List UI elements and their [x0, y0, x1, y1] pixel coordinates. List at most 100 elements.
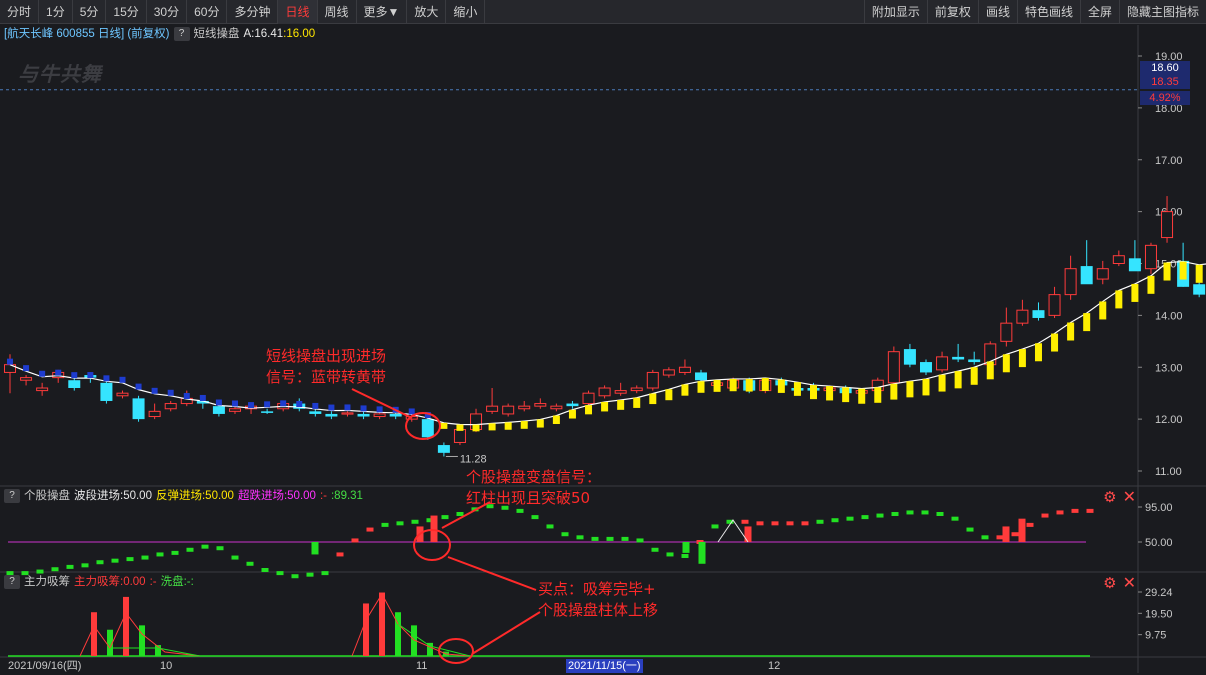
close-icon[interactable]: ✕ — [1123, 490, 1136, 506]
candle-body — [1080, 266, 1093, 285]
band-marker-yellow — [1147, 275, 1155, 294]
candle-body — [968, 359, 981, 363]
mid-bar — [171, 550, 179, 555]
mid-bar — [846, 516, 854, 521]
candle-body — [341, 412, 354, 415]
mid-bar — [1026, 522, 1034, 527]
band-marker-yellow — [729, 378, 737, 392]
bottom-dash: :- — [149, 576, 157, 588]
candle-body — [582, 392, 595, 405]
candle-body — [646, 371, 659, 389]
close-icon[interactable]: ✕ — [1123, 576, 1136, 592]
mid-bar — [921, 510, 929, 515]
axis-label: 29.24 — [1145, 587, 1173, 599]
axis-label: 17.00 — [1155, 155, 1183, 167]
band-marker-blue — [7, 358, 13, 365]
mid-bar — [156, 552, 164, 557]
candle-body — [566, 403, 579, 407]
band-marker-blue — [231, 400, 238, 407]
axis-label: 9.75 — [1145, 630, 1166, 642]
band-marker-blue — [215, 399, 222, 406]
candle-body — [389, 413, 402, 417]
candle-body — [887, 351, 900, 384]
band-marker-yellow — [568, 409, 576, 419]
price-tag-pct: 4.92% — [1140, 91, 1190, 105]
band-marker-blue — [408, 408, 415, 415]
band-marker-blue — [344, 404, 351, 411]
candle-body — [1096, 268, 1109, 280]
candle-body — [936, 356, 949, 371]
mid-bar — [81, 563, 89, 568]
band-marker-yellow — [440, 422, 448, 429]
bottom-bar — [379, 592, 385, 656]
candle-body — [1161, 211, 1174, 239]
candle-body — [68, 380, 81, 388]
mid-bar — [351, 538, 359, 543]
bottom-help-icon[interactable]: ? — [4, 575, 20, 589]
band-marker-yellow — [1083, 313, 1091, 332]
band-marker-blue — [71, 372, 78, 379]
mid-panel-controls: ⚙ ✕ — [1103, 490, 1136, 506]
band-marker-yellow — [713, 379, 721, 392]
band-marker-yellow — [1115, 290, 1123, 309]
band-marker-yellow — [761, 377, 769, 391]
mid-bar — [1071, 508, 1079, 513]
rebound-entry-value: 反弹进场:50.00 — [155, 490, 234, 502]
band-marker-yellow — [1018, 349, 1026, 368]
mid-bar — [366, 527, 374, 532]
mid-help-icon[interactable]: ? — [4, 489, 20, 503]
mid-bar — [711, 524, 719, 529]
band-marker-blue — [360, 405, 367, 412]
band-marker-yellow — [585, 405, 593, 415]
mid-bar — [1086, 508, 1094, 513]
candle-body — [486, 405, 499, 412]
mid-bar — [936, 512, 944, 516]
mid-column — [1018, 518, 1026, 542]
band-marker-yellow — [922, 378, 930, 396]
mid-bar — [636, 538, 644, 543]
wave-entry-value: 波段进场:50.00 — [74, 490, 152, 502]
mid-bar — [951, 516, 959, 521]
oversold-entry-value: 超跌进场:50.00 — [237, 490, 316, 502]
gear-icon[interactable]: ⚙ — [1103, 576, 1116, 592]
mid-bar — [756, 521, 764, 526]
mid-bar — [831, 518, 839, 523]
candle-body — [1032, 310, 1045, 318]
candle-body — [662, 369, 675, 376]
candle-body — [261, 411, 274, 413]
date-label-dec: 12 — [768, 660, 781, 672]
band-marker-yellow — [810, 385, 817, 400]
mid-bar — [891, 512, 899, 516]
mid-bar — [1011, 532, 1019, 537]
band-marker-blue — [328, 404, 335, 411]
candle-body — [598, 387, 611, 397]
band-marker-blue — [23, 365, 30, 372]
mid-bar — [531, 515, 539, 520]
candle-body — [437, 445, 450, 453]
mid-bar — [186, 547, 194, 552]
gear-icon[interactable]: ⚙ — [1103, 490, 1116, 506]
mid-bar — [966, 527, 974, 532]
candle-body — [148, 410, 161, 418]
mid-bar — [666, 552, 674, 557]
candle-body — [695, 372, 708, 381]
annotation-line: 个股操盘变盘信号： — [466, 468, 602, 486]
mid-bar — [231, 555, 239, 560]
band-marker-yellow — [536, 419, 544, 428]
band-marker-yellow — [954, 371, 962, 389]
mid-bar — [681, 554, 689, 558]
candle-body — [164, 403, 177, 410]
axis-label: 19.50 — [1145, 608, 1173, 620]
mid-bar — [801, 521, 809, 526]
axis-label: 12.00 — [1155, 414, 1183, 426]
band-marker-yellow — [842, 387, 850, 403]
band-marker-blue — [248, 402, 255, 409]
axis-label: 13.00 — [1155, 362, 1183, 374]
mid-dash: :- — [319, 490, 327, 502]
mid-bar — [396, 521, 404, 526]
wash-value: 洗盘:- — [160, 576, 191, 588]
axis-label: 95.00 — [1145, 502, 1173, 514]
band-marker-yellow — [697, 381, 705, 393]
annotation-line: 买点：吸筹完毕+ — [538, 580, 656, 598]
candle-body — [903, 349, 916, 365]
